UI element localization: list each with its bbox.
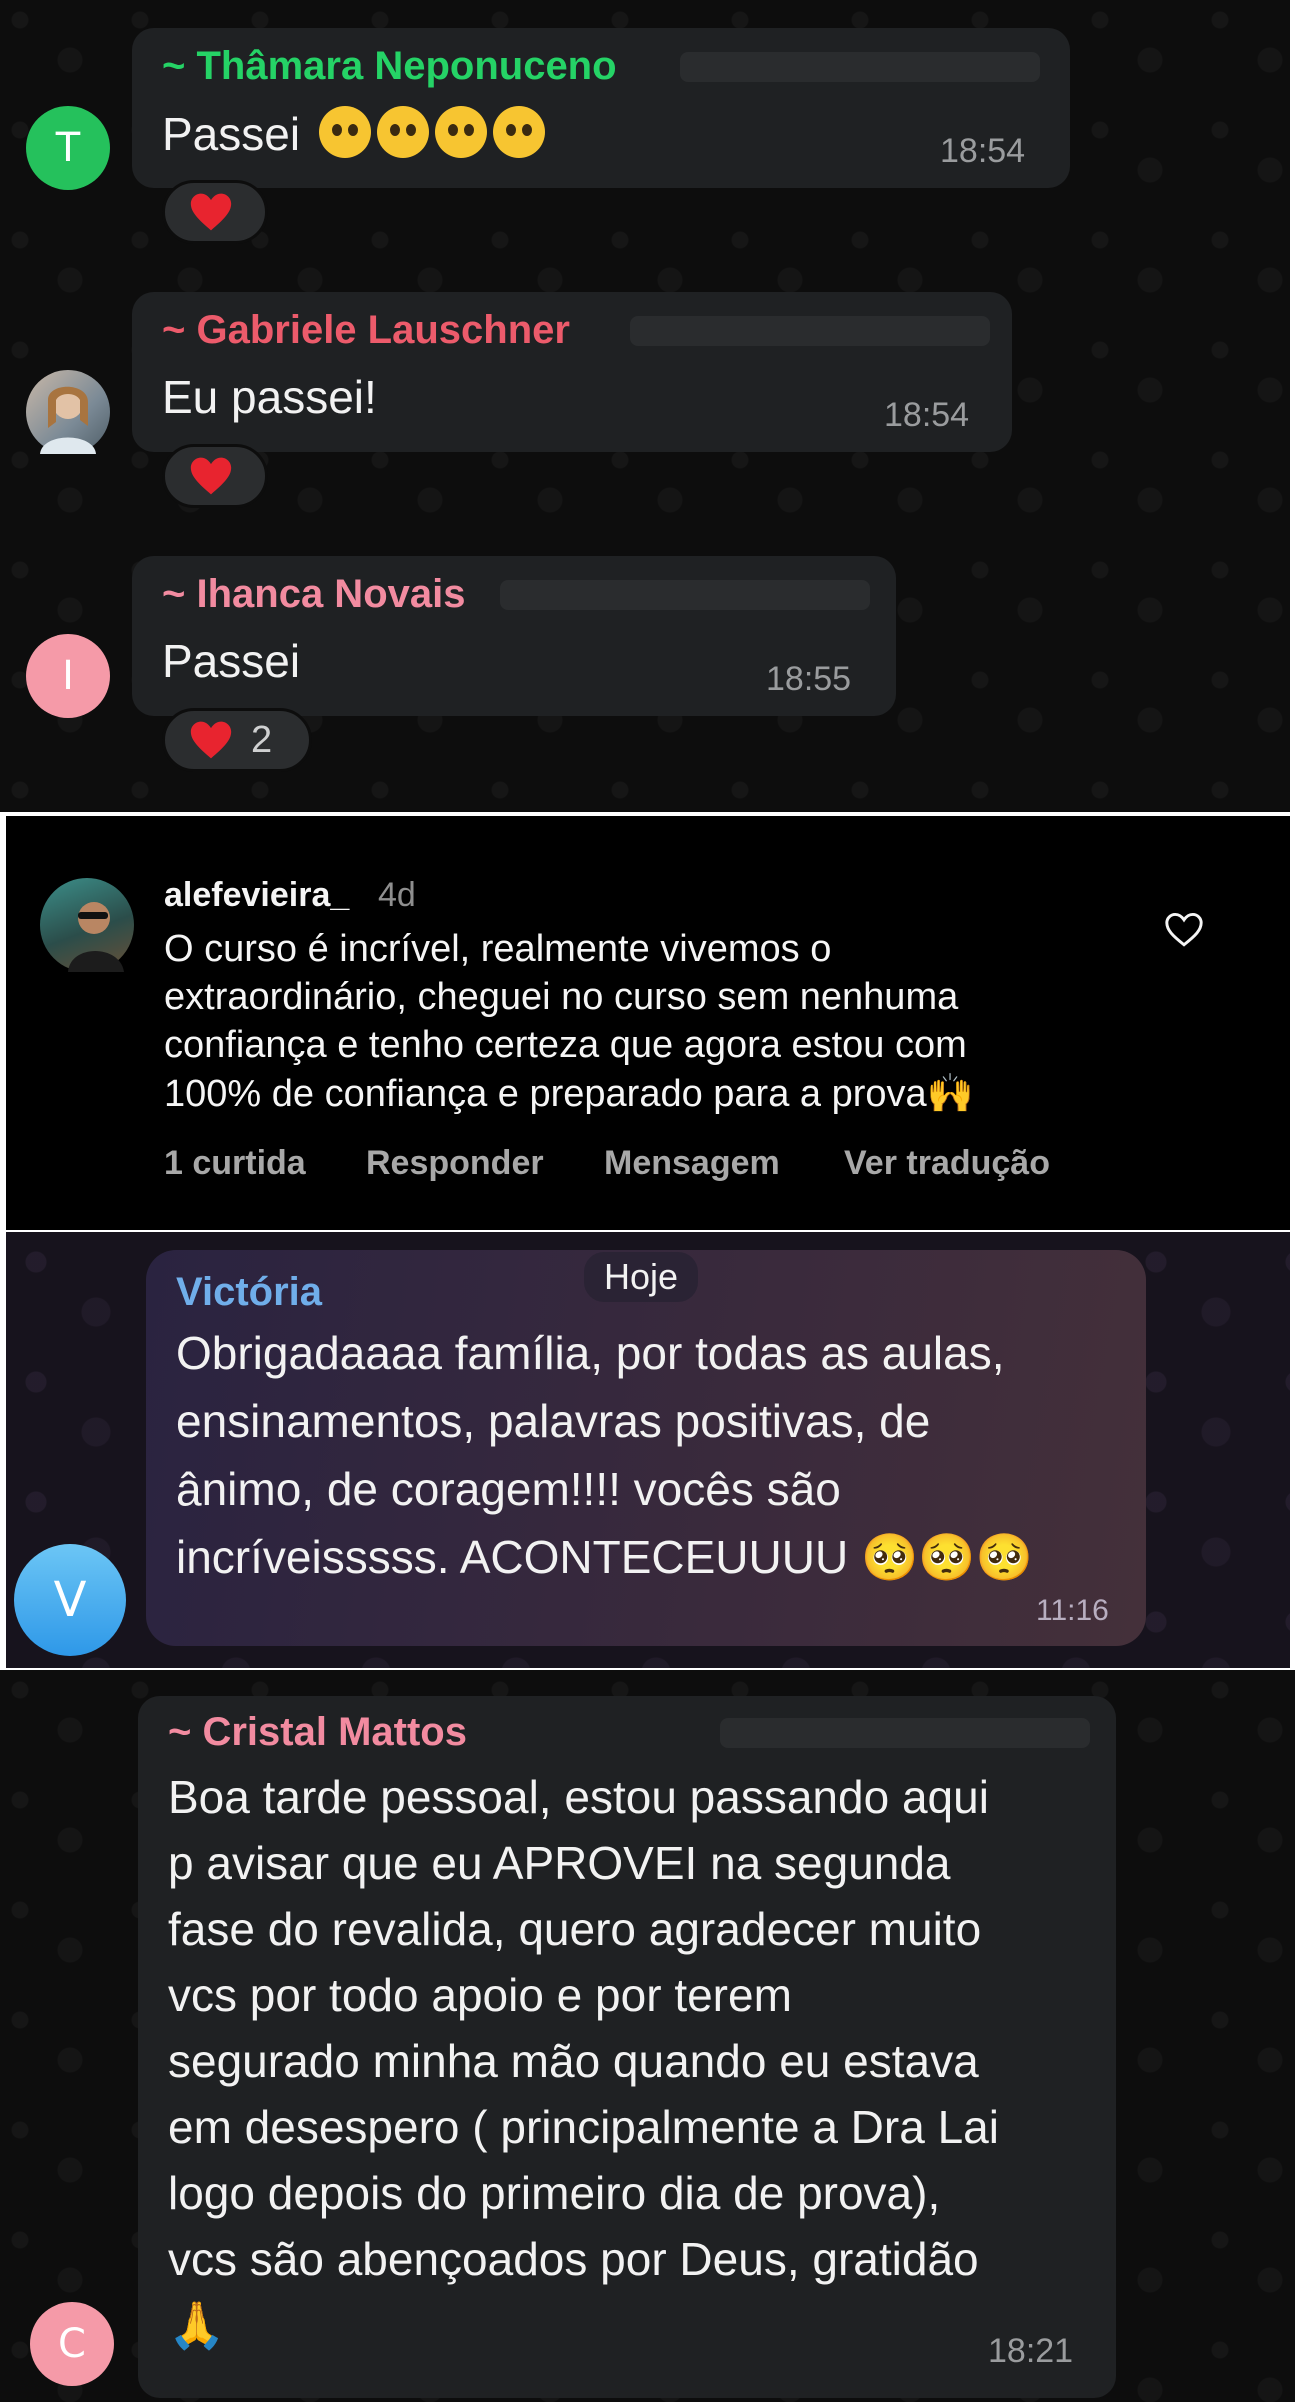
message-line: Obrigadaaaa família, por todas as aulas, [176, 1327, 1005, 1379]
loudly-crying-face-icon [318, 106, 371, 158]
reaction-badge[interactable] [162, 444, 268, 508]
message-line: logo depois do primeiro dia de prova), [168, 2167, 941, 2219]
comment-age: 4d [378, 876, 416, 914]
message-line: Boa tarde pessoal, estou passando aqui [168, 1771, 989, 1823]
avatar[interactable]: T [26, 106, 110, 190]
message-text: Passei [162, 635, 301, 687]
avatar[interactable]: C [30, 2302, 114, 2386]
heart-icon [190, 457, 232, 495]
message-button[interactable]: Mensagem [604, 1144, 780, 1183]
reply-button[interactable]: Responder [366, 1144, 544, 1183]
message-text: Eu passei! [162, 371, 377, 423]
message-line: ânimo, de coragem!!!! vocês são [176, 1463, 841, 1515]
message-line: fase do revalida, quero agradecer muito [168, 1903, 982, 1955]
redacted-phone [680, 52, 1040, 82]
message-text-value: Passei [162, 108, 301, 160]
redacted-phone [500, 580, 870, 610]
message-time: 18:55 [766, 660, 852, 698]
comment-line: confiança e tenho certeza que agora esto… [164, 1024, 967, 1066]
instagram-comment-panel: alefevieira_ 4d O curso é incrível, real… [6, 816, 1290, 1230]
comment-line: extraordinário, cheguei no curso sem nen… [164, 976, 959, 1018]
loudly-crying-face-icon [376, 106, 429, 158]
message-line: vcs por todo apoio e por terem [168, 1969, 792, 2021]
redacted-phone [720, 1718, 1090, 1748]
like-count[interactable]: 1 curtida [164, 1144, 306, 1183]
message-time: 11:16 [1036, 1594, 1109, 1627]
avatar[interactable]: I [26, 634, 110, 718]
comment-username[interactable]: alefevieira_ [164, 876, 349, 915]
message-line: p avisar que eu APROVEI na segunda [168, 1837, 951, 1889]
message-time: 18:54 [884, 396, 970, 434]
see-translation-button[interactable]: Ver tradução [844, 1144, 1050, 1183]
date-chip: Hoje [584, 1252, 699, 1302]
reaction-badge[interactable]: 2 [162, 708, 312, 772]
heart-icon [190, 193, 232, 231]
sender-name[interactable]: ~ Ihanca Novais [162, 572, 465, 617]
person-photo-icon [40, 386, 96, 454]
message-time: 18:21 [988, 2332, 1074, 2370]
message-line: 🙏 [168, 2299, 226, 2351]
comment-line: 100% de confiança e preparado para a pro… [164, 1073, 974, 1115]
heart-icon [190, 721, 232, 759]
chat-panel-3: Hoje Victória Obrigadaaaa família, por t… [6, 1232, 1290, 1668]
chat-panel-4: ~ Cristal Mattos Boa tarde pessoal, esto… [0, 1670, 1295, 2402]
avatar-photo[interactable] [26, 370, 110, 454]
reaction-badge[interactable] [162, 180, 268, 244]
message-line: em desespero ( principalmente a Dra Lai [168, 2101, 999, 2153]
message-line: ensinamentos, palavras positivas, de [176, 1395, 931, 1447]
person-photo-icon [68, 902, 124, 972]
loudly-crying-face-icon [434, 106, 487, 158]
sender-name[interactable]: Victória [176, 1270, 322, 1315]
chat-panel-1: T ~ Thâmara Neponuceno Passei 18:54 ~ Ga… [0, 0, 1290, 812]
redacted-phone [630, 316, 990, 346]
avatar-letter: T [55, 125, 81, 171]
message-text: Passei [162, 106, 545, 161]
message-time: 18:54 [940, 132, 1026, 170]
message-line: segurado minha mão quando eu estava [168, 2035, 979, 2087]
avatar-letter: I [62, 653, 74, 699]
sender-name[interactable]: ~ Thâmara Neponuceno [162, 44, 617, 89]
loudly-crying-face-icon [492, 106, 545, 158]
heart-outline-icon[interactable] [1164, 912, 1204, 948]
avatar[interactable]: V [14, 1544, 126, 1656]
sender-name[interactable]: ~ Cristal Mattos [168, 1710, 467, 1755]
sender-name[interactable]: ~ Gabriele Lauschner [162, 308, 570, 353]
reaction-count: 2 [251, 718, 273, 761]
message-line: incríveisssss. ACONTECEUUUU 🥺🥺🥺 [176, 1531, 1033, 1583]
avatar-photo[interactable] [40, 878, 134, 972]
avatar-letter: V [53, 1572, 87, 1628]
avatar-letter: C [58, 2321, 86, 2367]
message-line: vcs são abençoados por Deus, gratidão [168, 2233, 979, 2285]
comment-line: O curso é incrível, realmente vivemos o [164, 928, 832, 970]
